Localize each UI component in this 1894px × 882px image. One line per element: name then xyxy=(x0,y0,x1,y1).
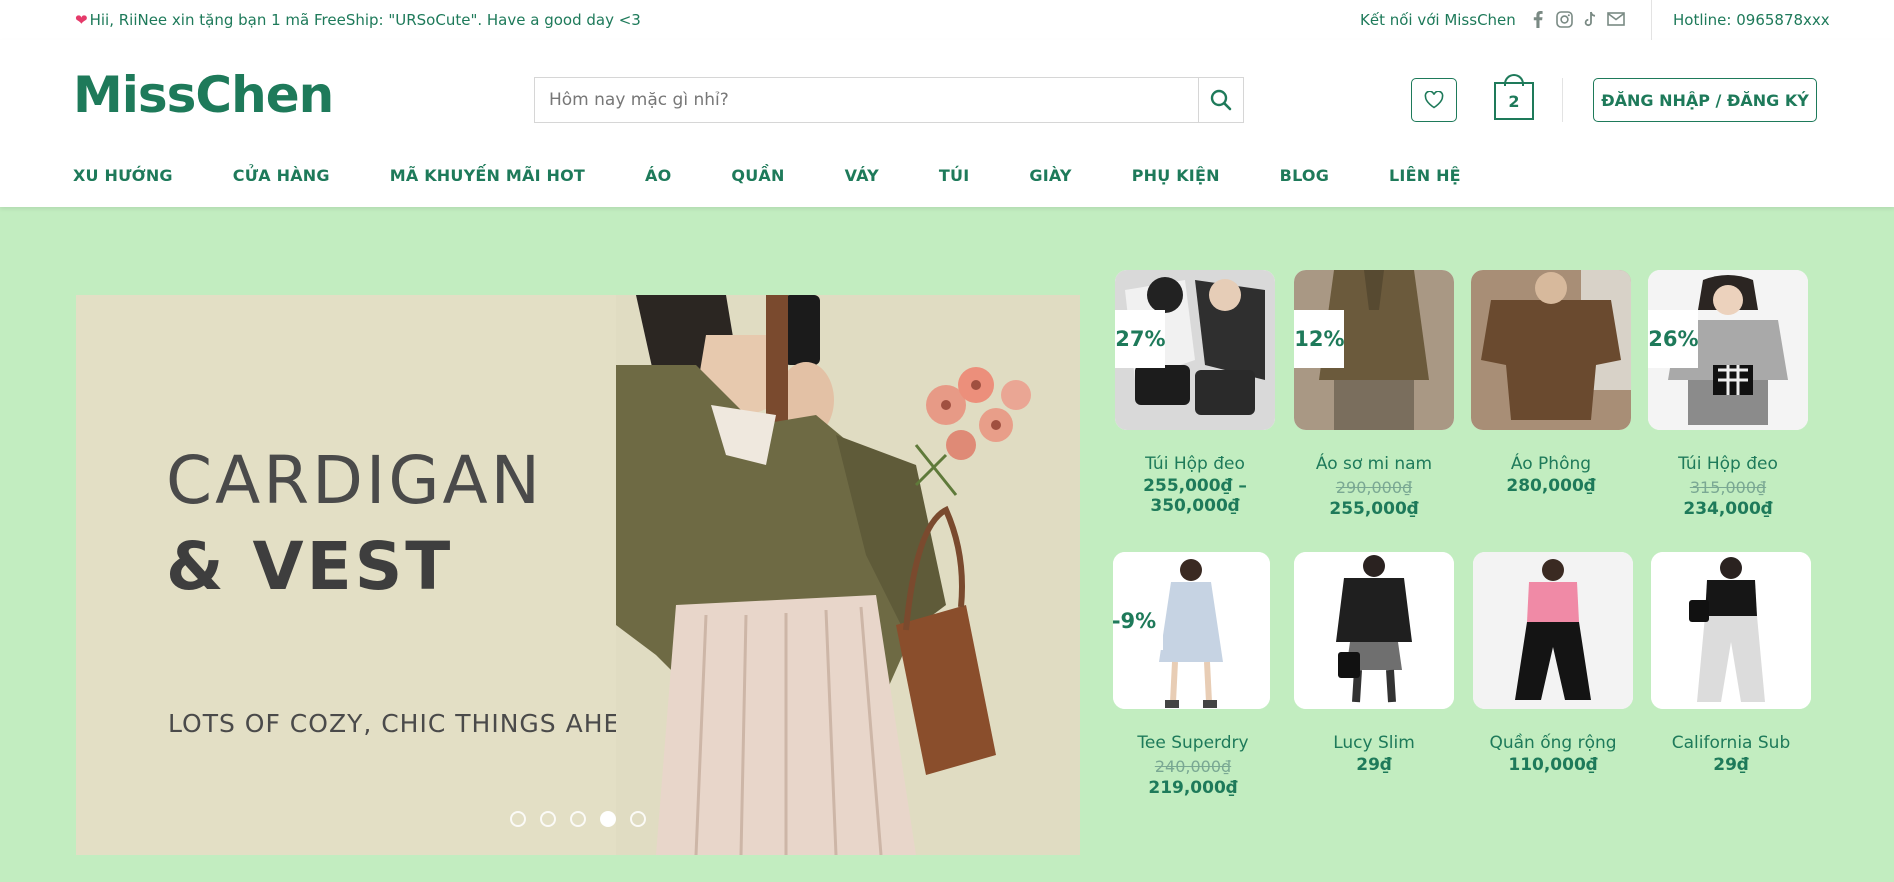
top-bar: ❤ Hii, RiiNee xin tặng bạn 1 mã FreeShip:… xyxy=(0,0,1894,40)
product-card[interactable]: -12% Áo sơ mi nam 290,000₫ 255,000₫ xyxy=(1294,270,1454,519)
hero-model-photo xyxy=(616,295,1080,855)
main-nav: XU HƯỚNG CỬA HÀNG MÃ KHUYẾN MÃI HOT ÁO Q… xyxy=(73,166,1521,185)
product-name[interactable]: Áo Phông xyxy=(1471,454,1631,474)
tiktok-icon[interactable] xyxy=(1580,9,1600,29)
cart-count: 2 xyxy=(1494,82,1534,120)
product-price: 219,000₫ xyxy=(1148,778,1238,798)
discount-badge: -26% xyxy=(1648,310,1699,368)
connect-label: Kết nối với MissChen xyxy=(1360,11,1516,29)
product-price: 234,000₫ xyxy=(1683,499,1773,519)
slide-dot-5[interactable] xyxy=(630,811,646,827)
product-name[interactable]: Túi Hộp đeo xyxy=(1648,454,1808,474)
hero-slider[interactable]: CARDIGAN & VEST LOTS OF COZY, CHIC THING… xyxy=(76,295,1080,855)
product-price: 255,000₫ xyxy=(1329,499,1419,519)
slide-dot-4[interactable] xyxy=(600,811,616,827)
heart-outline-icon xyxy=(1424,91,1444,109)
product-image[interactable]: -12% xyxy=(1294,270,1454,430)
hero-headline-1: CARDIGAN xyxy=(166,442,544,519)
product-image[interactable] xyxy=(1473,552,1633,709)
product-card[interactable]: Lucy Slim 29₫ xyxy=(1294,552,1454,775)
search-bar xyxy=(534,77,1244,123)
product-card[interactable]: California Sub 29₫ xyxy=(1651,552,1811,775)
nav-ma-khuyen-mai-hot[interactable]: MÃ KHUYẾN MÃI HOT xyxy=(390,166,585,185)
site-logo[interactable]: MissChen xyxy=(73,66,334,124)
hero-headline-2: & VEST xyxy=(166,528,454,605)
nav-vay[interactable]: VÁY xyxy=(845,166,879,185)
wishlist-button[interactable] xyxy=(1411,78,1457,122)
product-name[interactable]: Lucy Slim xyxy=(1294,733,1454,753)
product-image[interactable] xyxy=(1294,552,1454,709)
product-old-price: 290,000₫ xyxy=(1335,478,1413,497)
product-price: 255,000₫ – 350,000₫ xyxy=(1143,476,1247,516)
slide-dot-1[interactable] xyxy=(510,811,526,827)
product-card[interactable]: Quần ống rộng 110,000₫ xyxy=(1473,552,1633,775)
product-name[interactable]: Tee Superdry xyxy=(1113,733,1273,753)
nav-xu-huong[interactable]: XU HƯỚNG xyxy=(73,166,173,185)
login-register-button[interactable]: ĐĂNG NHẬP / ĐĂNG KÝ xyxy=(1593,78,1817,122)
nav-quan[interactable]: QUẦN xyxy=(731,166,784,185)
discount-badge: -12% xyxy=(1294,310,1345,368)
product-image[interactable]: -26% xyxy=(1648,270,1808,430)
product-image[interactable] xyxy=(1471,270,1631,430)
header-divider xyxy=(1562,78,1563,122)
nav-giay[interactable]: GIÀY xyxy=(1029,166,1071,185)
discount-badge: -9% xyxy=(1113,592,1163,650)
product-name[interactable]: Túi Hộp đeo xyxy=(1115,454,1275,474)
nav-cua-hang[interactable]: CỬA HÀNG xyxy=(233,166,330,185)
product-name[interactable]: Quần ống rộng xyxy=(1473,733,1633,753)
search-input[interactable] xyxy=(534,77,1198,123)
mail-icon[interactable] xyxy=(1606,9,1626,29)
product-image[interactable]: -27% xyxy=(1115,270,1275,430)
product-price: 29₫ xyxy=(1356,755,1392,775)
social-links xyxy=(1528,9,1626,29)
product-name[interactable]: Áo sơ mi nam xyxy=(1294,454,1454,474)
product-card[interactable]: -26% Túi Hộp đeo 315,000₫ 234,000₫ xyxy=(1648,270,1808,519)
product-image[interactable]: -9% xyxy=(1113,552,1270,709)
cart-button[interactable]: 2 xyxy=(1494,74,1534,120)
nav-ao[interactable]: ÁO xyxy=(645,166,671,185)
product-name[interactable]: California Sub xyxy=(1651,733,1811,753)
product-card[interactable]: -27% Túi Hộp đeo 255,000₫ – 350,000₫ xyxy=(1115,270,1275,516)
nav-blog[interactable]: BLOG xyxy=(1280,166,1329,185)
instagram-icon[interactable] xyxy=(1554,9,1574,29)
nav-tui[interactable]: TÚI xyxy=(939,166,969,185)
site-header: MissChen 2 ĐĂNG NHẬP / ĐĂNG KÝ XU HƯỚNG … xyxy=(0,40,1894,207)
promo-message: ❤ Hii, RiiNee xin tặng bạn 1 mã FreeShip:… xyxy=(75,11,641,29)
heart-icon: ❤ xyxy=(75,11,88,29)
discount-badge: -27% xyxy=(1115,310,1166,368)
topbar-divider xyxy=(1651,0,1652,40)
nav-phu-kien[interactable]: PHỤ KIỆN xyxy=(1132,166,1220,185)
product-old-price: 315,000₫ xyxy=(1689,478,1767,497)
nav-lien-he[interactable]: LIÊN HỆ xyxy=(1389,166,1461,185)
product-image[interactable] xyxy=(1651,552,1811,709)
product-card[interactable]: -9% Tee Superdry 240,000₫ 219,000₫ xyxy=(1113,552,1273,798)
product-price: 29₫ xyxy=(1713,755,1749,775)
hotline: Hotline: 0965878xxx xyxy=(1673,11,1830,29)
facebook-icon[interactable] xyxy=(1528,9,1548,29)
product-card[interactable]: Áo Phông 280,000₫ xyxy=(1471,270,1631,496)
slide-dot-2[interactable] xyxy=(540,811,556,827)
product-price: 110,000₫ xyxy=(1508,755,1598,775)
slider-pagination xyxy=(510,811,646,827)
hero-tagline: LOTS OF COZY, CHIC THINGS AHEAD xyxy=(168,709,659,738)
slide-dot-3[interactable] xyxy=(570,811,586,827)
product-old-price: 240,000₫ xyxy=(1154,757,1232,776)
promo-text: Hii, RiiNee xin tặng bạn 1 mã FreeShip: … xyxy=(89,11,641,29)
search-icon xyxy=(1210,89,1232,111)
search-button[interactable] xyxy=(1198,77,1244,123)
product-price: 280,000₫ xyxy=(1506,476,1596,496)
